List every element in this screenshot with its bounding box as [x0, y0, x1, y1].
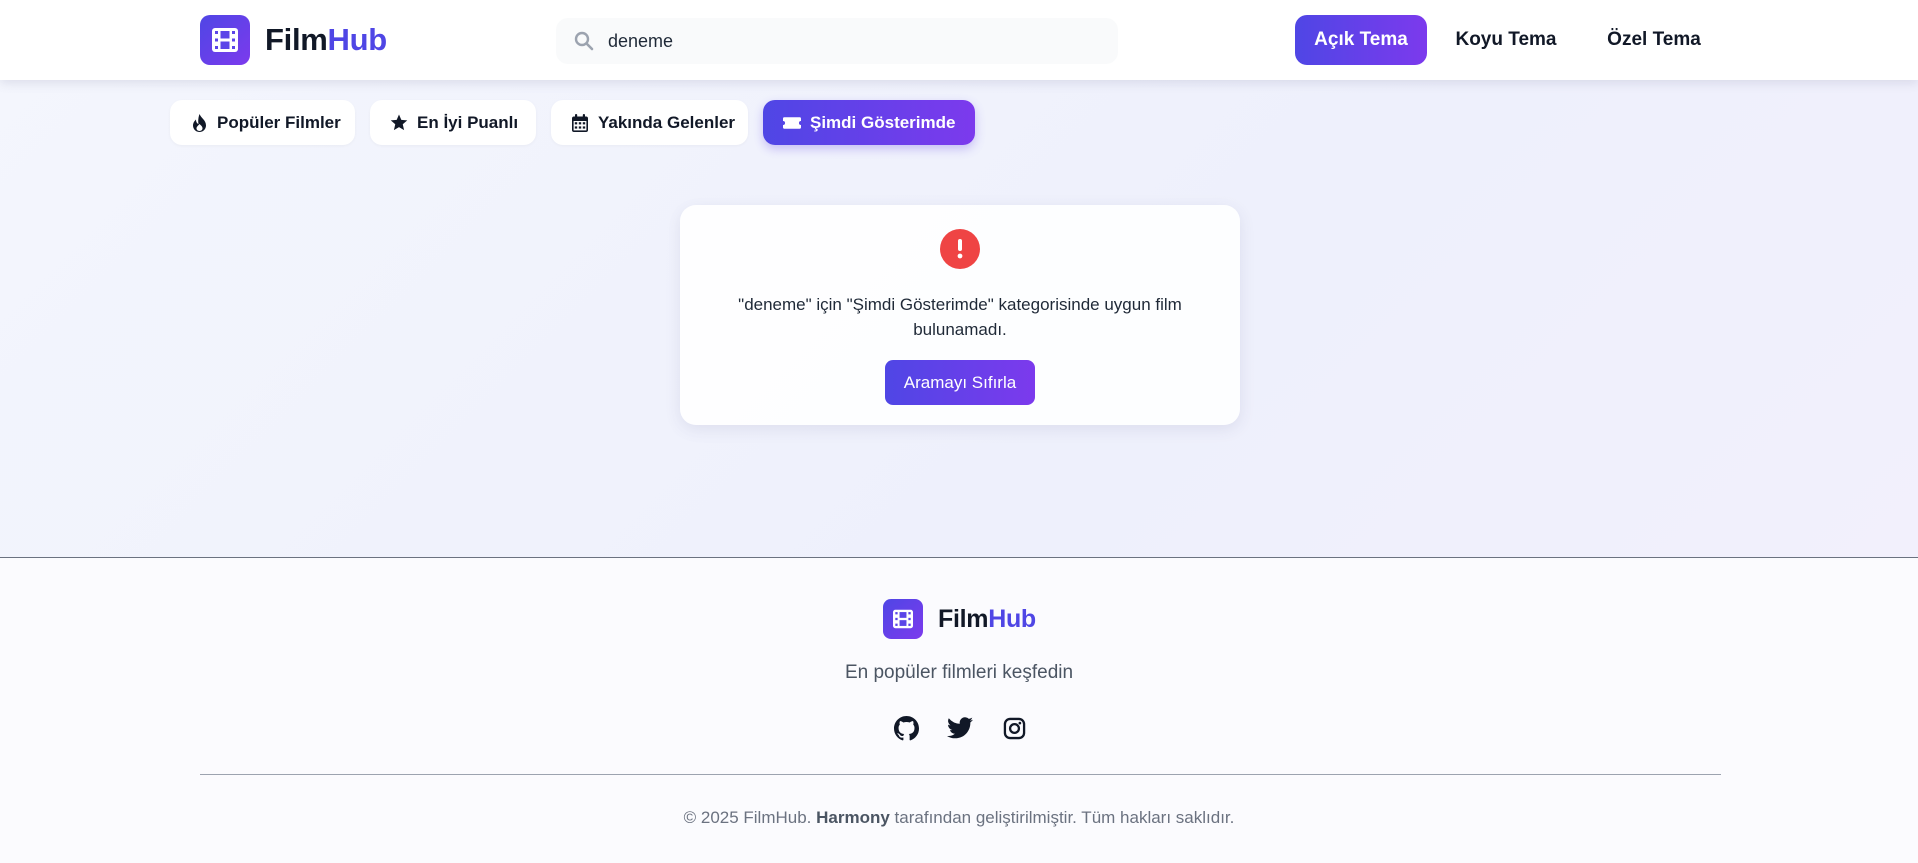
search-input[interactable]: [608, 18, 1108, 64]
tab-now-playing[interactable]: Şimdi Gösterimde: [763, 100, 975, 145]
logo-text: FilmHub: [265, 22, 387, 58]
search-icon: [574, 31, 594, 56]
custom-theme-button[interactable]: Özel Tema: [1587, 15, 1721, 65]
search-box: [556, 18, 1118, 64]
ticket-icon: [783, 114, 801, 132]
footer-logo-hub: Hub: [988, 604, 1036, 633]
logo[interactable]: FilmHub: [200, 15, 387, 65]
footer-divider: [200, 774, 1721, 775]
alert-icon: [940, 229, 980, 269]
twitter-icon[interactable]: [947, 715, 973, 741]
film-icon: [200, 15, 250, 65]
calendar-icon: [571, 113, 589, 132]
light-theme-button[interactable]: Açık Tema: [1295, 15, 1427, 65]
fire-icon: [190, 113, 208, 132]
tab-label: Popüler Filmler: [217, 112, 341, 132]
dark-theme-button[interactable]: Koyu Tema: [1440, 15, 1572, 65]
footer-logo-text: FilmHub: [938, 605, 1036, 634]
logo-film: Film: [265, 22, 328, 57]
tab-label: En İyi Puanlı: [417, 112, 519, 132]
tab-top-rated[interactable]: En İyi Puanlı: [370, 100, 536, 145]
tab-label: Yakında Gelenler: [598, 112, 736, 132]
empty-state-message: "deneme" için "Şimdi Gösterimde" kategor…: [738, 295, 1182, 339]
copyright-prefix: © 2025 FilmHub.: [683, 808, 817, 827]
footer-tagline: En popüler filmleri keşfedin: [844, 662, 1074, 683]
footer-logo-film: Film: [938, 604, 989, 633]
reset-search-button[interactable]: Aramayı Sıfırla: [885, 360, 1035, 405]
film-icon: [883, 599, 923, 639]
tab-upcoming[interactable]: Yakında Gelenler: [551, 100, 748, 145]
star-icon: [390, 114, 408, 132]
footer-logo[interactable]: FilmHub: [883, 599, 1036, 639]
footer: FilmHub En popüler filmleri keşfedin © 2…: [0, 557, 1918, 863]
instagram-icon[interactable]: [1001, 715, 1027, 741]
copyright-author: Harmony: [816, 808, 890, 827]
header: FilmHub Açık Tema Koyu Tema Özel Tema: [0, 0, 1918, 80]
copyright: © 2025 FilmHub. Harmony tarafından geliş…: [0, 808, 1918, 828]
empty-state-card: "deneme" için "Şimdi Gösterimde" kategor…: [680, 205, 1240, 425]
tab-label: Şimdi Gösterimde: [810, 112, 956, 132]
copyright-suffix: tarafından geliştirilmiştir. Tüm hakları…: [889, 808, 1235, 827]
github-icon[interactable]: [893, 715, 919, 741]
tab-popular-movies[interactable]: Popüler Filmler: [170, 100, 355, 145]
logo-hub: Hub: [327, 22, 388, 57]
